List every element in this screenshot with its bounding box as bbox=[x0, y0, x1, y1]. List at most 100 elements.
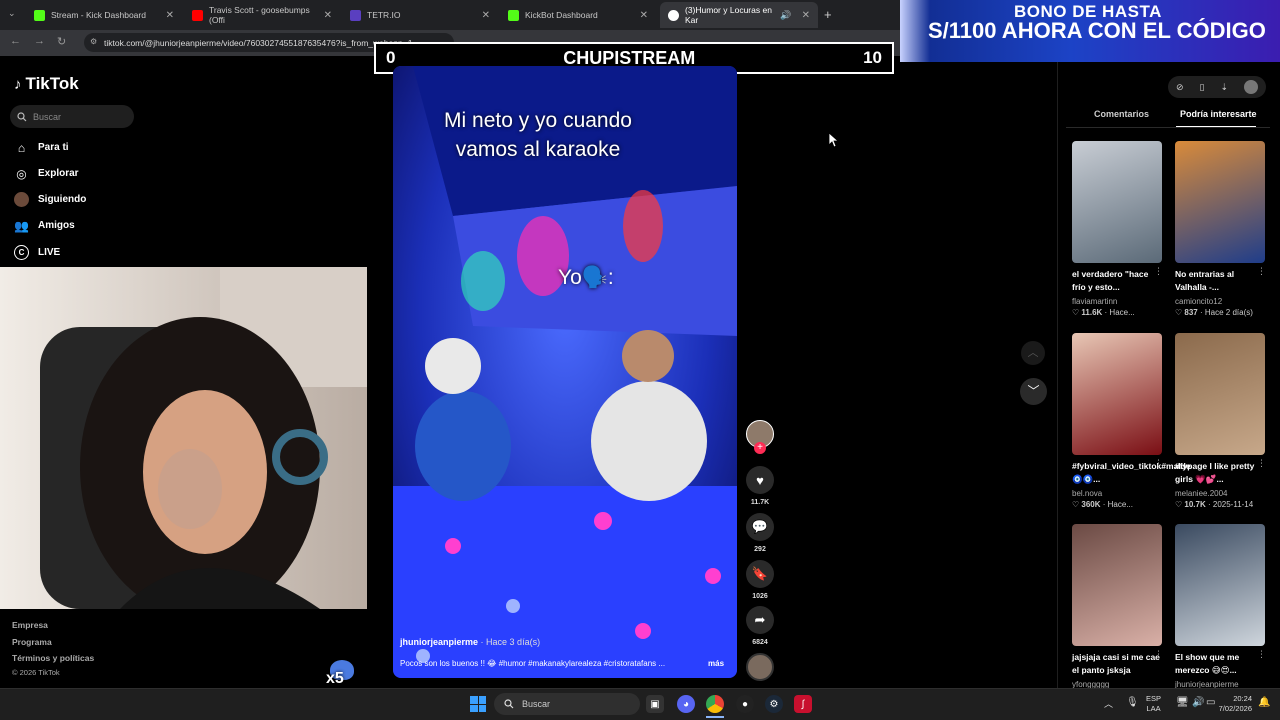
video-author[interactable]: camioncito12 bbox=[1175, 296, 1267, 308]
video-author[interactable]: jhuniorjeanpierme bbox=[400, 637, 478, 647]
speaker-icon[interactable]: 🔊 bbox=[780, 10, 791, 21]
video-thumbnail[interactable] bbox=[1175, 141, 1265, 263]
like-count: 360K bbox=[1081, 500, 1101, 509]
video-title[interactable]: jajsjaja casi si me cae el panto jsksja bbox=[1072, 651, 1164, 677]
like-button[interactable]: ♥ 11.7K bbox=[746, 466, 774, 506]
windows-start-icon[interactable] bbox=[470, 696, 486, 712]
copyright: © 2026 TikTok bbox=[12, 668, 60, 677]
chevron-down-icon: ﹀ bbox=[1027, 384, 1040, 398]
video-stats: ♡ 360K · Hace... bbox=[1072, 500, 1168, 509]
close-icon[interactable]: ✕ bbox=[166, 10, 174, 21]
video-title[interactable]: El show que me merezco 😅😍... bbox=[1175, 651, 1267, 677]
tab-comentarios[interactable]: Comentarios bbox=[1094, 109, 1149, 119]
battery-icon[interactable]: ▭ bbox=[1206, 698, 1215, 708]
comment-count: 292 bbox=[754, 546, 766, 553]
video-player[interactable]: Mi neto y yo cuando vamos al karaoke Yo🗣… bbox=[393, 66, 737, 678]
more-link[interactable]: más bbox=[708, 659, 724, 668]
new-tab-button[interactable]: + bbox=[824, 7, 832, 22]
site-info-icon[interactable]: ⚙ bbox=[90, 37, 97, 46]
close-icon[interactable]: ✕ bbox=[802, 10, 810, 21]
youtube-icon bbox=[192, 9, 203, 21]
tab-podria-interesarte[interactable]: Podría interesarte bbox=[1180, 109, 1257, 119]
creator-avatar-button[interactable]: + bbox=[746, 420, 774, 454]
next-video-button[interactable]: ﹀ bbox=[1020, 378, 1047, 405]
video-title[interactable]: el verdadero "hace frío y esto... bbox=[1072, 268, 1164, 294]
taskbar-search-input[interactable]: Buscar bbox=[494, 693, 640, 715]
reload-icon[interactable]: ↻ bbox=[57, 35, 66, 48]
avatar[interactable] bbox=[1243, 80, 1258, 94]
phone-icon[interactable]: ▯ bbox=[1200, 82, 1205, 93]
more-options-icon[interactable]: ⋮ bbox=[1257, 458, 1266, 469]
app-icon[interactable]: ∫ bbox=[794, 695, 812, 713]
sound-disc-button[interactable] bbox=[746, 653, 774, 681]
video-stats: ♡ 837 · Hace 2 día(s) bbox=[1175, 308, 1271, 317]
download-icon[interactable]: ⇣ bbox=[1220, 82, 1228, 93]
back-icon[interactable]: ← bbox=[10, 35, 21, 47]
nav-label: Amigos bbox=[38, 220, 75, 231]
tiktok-logo[interactable]: ♪ TikTok bbox=[14, 74, 79, 94]
video-title[interactable]: #fypage I like pretty girls 💗💕... bbox=[1175, 460, 1267, 486]
url-text: tiktok.com/@jhuniorjeanpierme/video/7603… bbox=[104, 37, 413, 48]
chrome-icon[interactable] bbox=[706, 695, 724, 713]
share-button[interactable]: ➦ 6824 bbox=[746, 606, 774, 646]
more-options-icon[interactable]: ⋮ bbox=[1257, 649, 1266, 660]
clock[interactable]: 20:24 7/02/2026 bbox=[1216, 694, 1252, 714]
video-title[interactable]: No entrarias al Valhalla -... bbox=[1175, 268, 1267, 294]
network-icon[interactable]: 🖥 bbox=[1176, 698, 1189, 708]
nav-explorar[interactable]: ◎ Explorar bbox=[14, 166, 78, 181]
tab-youtube[interactable]: Travis Scott - goosebumps (Offi ✕ bbox=[184, 2, 340, 28]
nav-label: LIVE bbox=[38, 247, 61, 258]
more-options-icon[interactable]: ⋮ bbox=[1154, 649, 1163, 660]
video-author[interactable]: flaviamartinn bbox=[1072, 296, 1164, 308]
tab-tiktok[interactable]: (3)Humor y Locuras en Kar 🔊 ✕ bbox=[660, 2, 818, 28]
score-right: 10 bbox=[863, 48, 882, 67]
footer-link-programa[interactable]: Programa bbox=[12, 637, 52, 647]
more-options-icon[interactable]: ⋮ bbox=[1154, 458, 1163, 469]
volume-icon[interactable]: 🔊 bbox=[1192, 698, 1204, 708]
nav-para-ti[interactable]: ⌂ Para ti bbox=[14, 140, 69, 155]
microphone-icon[interactable]: 🎙 bbox=[1126, 698, 1139, 708]
notification-icon[interactable]: 🔔 bbox=[1258, 698, 1270, 708]
previous-video-button[interactable]: ︿ bbox=[1021, 341, 1045, 365]
comment-button[interactable]: 💬 292 bbox=[746, 513, 774, 553]
task-view-icon[interactable]: ▣ bbox=[646, 695, 664, 713]
forward-icon[interactable]: → bbox=[34, 35, 45, 47]
mouse-cursor-icon bbox=[829, 133, 839, 147]
nav-live[interactable]: C LIVE bbox=[14, 245, 60, 260]
steam-icon[interactable]: ⚙ bbox=[765, 695, 783, 713]
tab-tetrio[interactable]: TETR.IO ✕ bbox=[342, 2, 498, 28]
banner-graphic bbox=[900, 0, 930, 62]
nav-siguiendo[interactable]: Siguiendo bbox=[14, 192, 86, 207]
heart-icon: ♡ bbox=[1175, 500, 1185, 509]
nav-amigos[interactable]: 👥 Amigos bbox=[14, 218, 75, 233]
close-icon[interactable]: ✕ bbox=[482, 10, 490, 21]
close-icon[interactable]: ✕ bbox=[324, 10, 332, 21]
save-button[interactable]: 🔖 1026 bbox=[746, 560, 774, 600]
tab-kick-dashboard[interactable]: Stream - Kick Dashboard ✕ bbox=[26, 2, 182, 28]
kickbot-icon bbox=[508, 9, 519, 21]
video-thumbnail[interactable] bbox=[1072, 141, 1162, 263]
link-icon[interactable]: ⊘ bbox=[1176, 82, 1184, 93]
tab-kickbot[interactable]: KickBot Dashboard ✕ bbox=[500, 2, 656, 28]
video-thumbnail[interactable] bbox=[1072, 524, 1162, 646]
tray-chevron-up-icon[interactable]: ︿ bbox=[1104, 699, 1113, 709]
footer-link-terms[interactable]: Términos y políticas bbox=[12, 653, 94, 663]
discord-icon[interactable]: ◕ bbox=[677, 695, 695, 713]
video-thumbnail[interactable] bbox=[1175, 524, 1265, 646]
video-title[interactable]: #fybviral_video_tiktok#malde🧿🧿... bbox=[1072, 460, 1191, 486]
follow-plus-icon[interactable]: + bbox=[754, 442, 766, 454]
search-input[interactable]: Buscar bbox=[10, 105, 134, 128]
footer-link-empresa[interactable]: Empresa bbox=[12, 620, 48, 630]
video-thumbnail[interactable] bbox=[1175, 333, 1265, 455]
close-icon[interactable]: ✕ bbox=[640, 10, 648, 21]
heart-icon: ♥ bbox=[746, 466, 774, 494]
video-author[interactable]: melaniee.2004 bbox=[1175, 488, 1267, 500]
language-indicator[interactable]: ESP LAA bbox=[1146, 694, 1161, 714]
tab-search-icon[interactable]: ⌄ bbox=[8, 8, 16, 19]
more-options-icon[interactable]: ⋮ bbox=[1154, 266, 1163, 277]
video-thumbnail[interactable] bbox=[1072, 333, 1162, 455]
video-author[interactable]: bel.nova bbox=[1072, 488, 1164, 500]
more-options-icon[interactable]: ⋮ bbox=[1257, 266, 1266, 277]
obs-icon[interactable]: ● bbox=[736, 695, 754, 713]
video-age: Hace... bbox=[1107, 500, 1133, 509]
